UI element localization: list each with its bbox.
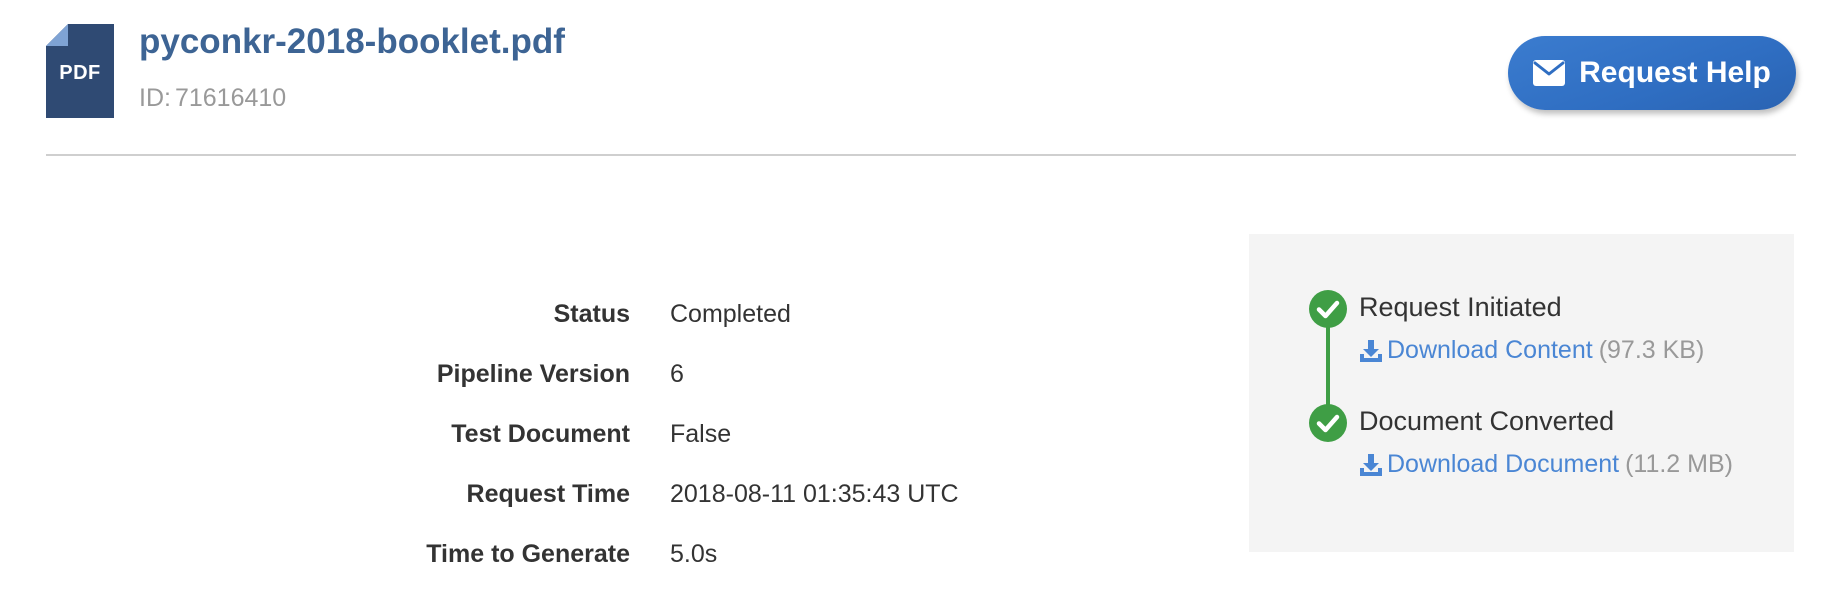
detail-value: 6: [670, 360, 684, 388]
detail-value: False: [670, 420, 732, 448]
download-content-label[interactable]: Download Content: [1387, 336, 1593, 365]
download-content-link[interactable]: Download Content (97.3 KB): [1359, 336, 1704, 365]
detail-label: Status: [553, 300, 630, 328]
file-size: (11.2 MB): [1625, 450, 1733, 478]
check-circle-icon: [1309, 404, 1347, 442]
detail-row-pipeline-version: Pipeline Version 6: [300, 360, 1000, 420]
detail-row-time-to-generate: Time to Generate 5.0s: [300, 540, 1000, 600]
detail-row-status: Status Completed: [300, 300, 1000, 360]
request-help-button[interactable]: Request Help: [1508, 36, 1796, 110]
document-header: PDF pyconkr-2018-booklet.pdf ID: 71616410…: [46, 0, 1796, 156]
document-details: Status Completed Pipeline Version 6 Test…: [300, 300, 1000, 600]
detail-value: 5.0s: [670, 540, 718, 568]
file-id-label: ID:: [139, 84, 171, 112]
detail-row-request-time: Request Time 2018-08-11 01:35:43 UTC: [300, 480, 1000, 540]
file-size: (97.3 KB): [1598, 336, 1705, 364]
download-document-link[interactable]: Download Document (11.2 MB): [1359, 450, 1733, 479]
file-type-label: PDF: [59, 62, 101, 84]
request-help-label: Request Help: [1579, 56, 1771, 89]
detail-label: Test Document: [451, 420, 630, 448]
download-icon: [1359, 453, 1383, 477]
step-title: Document Converted: [1359, 406, 1615, 436]
pdf-file-icon: PDF: [46, 24, 114, 118]
detail-label: Pipeline Version: [436, 360, 630, 388]
download-document-label[interactable]: Download Document: [1387, 450, 1619, 479]
envelope-icon: [1533, 60, 1566, 86]
detail-value: Completed: [670, 300, 791, 328]
file-id: ID: 71616410: [139, 84, 286, 113]
detail-label: Time to Generate: [426, 540, 630, 568]
file-name-title: pyconkr-2018-booklet.pdf: [139, 22, 565, 61]
detail-label: Request Time: [466, 480, 630, 508]
file-id-value: 71616410: [174, 84, 287, 112]
step-title: Request Initiated: [1359, 292, 1562, 322]
download-icon: [1359, 339, 1383, 363]
detail-row-test-document: Test Document False: [300, 420, 1000, 480]
conversion-timeline: Request Initiated Download Content (97.3…: [1249, 234, 1794, 552]
check-circle-icon: [1309, 290, 1347, 328]
detail-value: 2018-08-11 01:35:43 UTC: [670, 480, 959, 508]
